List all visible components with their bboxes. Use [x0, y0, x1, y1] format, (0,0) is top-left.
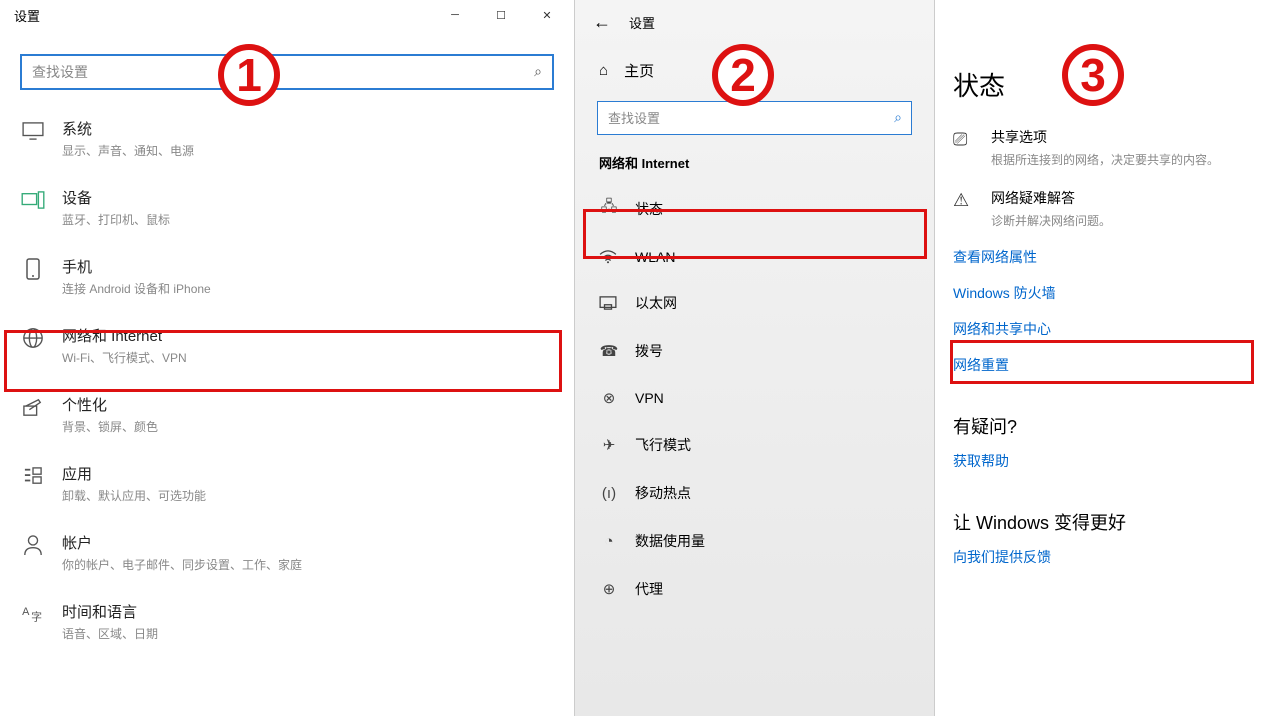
- data-icon: ◔: [599, 533, 619, 550]
- warning-icon: ⚠: [953, 190, 977, 229]
- category-title: 个性化: [62, 394, 158, 415]
- apps-icon: [20, 463, 46, 489]
- section-header: 网络和 Internet: [575, 149, 934, 182]
- category-subtitle: 你的帐户、电子邮件、同步设置、工作、家庭: [62, 556, 302, 573]
- category-subtitle: 背景、锁屏、颜色: [62, 418, 158, 435]
- dialup-icon: ☎: [599, 342, 619, 360]
- category-accounts[interactable]: 帐户你的帐户、电子邮件、同步设置、工作、家庭: [0, 518, 574, 587]
- svg-text:A: A: [22, 606, 30, 618]
- category-subtitle: 连接 Android 设备和 iPhone: [62, 280, 211, 297]
- paint-icon: [20, 394, 46, 420]
- category-subtitle: 显示、声音、通知、电源: [62, 142, 194, 159]
- nav-label: VPN: [635, 390, 664, 406]
- search-input[interactable]: [597, 101, 912, 135]
- share-sub: 根据所连接到的网络，决定要共享的内容。: [991, 151, 1219, 168]
- category-title: 应用: [62, 463, 206, 484]
- nav-label: WLAN: [635, 249, 675, 265]
- status-icon: 🖧: [599, 196, 619, 221]
- category-phone[interactable]: 手机连接 Android 设备和 iPhone: [0, 242, 574, 311]
- airplane-icon: ✈: [599, 436, 619, 454]
- category-apps[interactable]: 应用卸载、默认应用、可选功能: [0, 449, 574, 518]
- window-title: 设置: [14, 6, 40, 25]
- close-button[interactable]: ✕: [524, 0, 570, 30]
- back-button[interactable]: ←: [593, 12, 611, 33]
- nav-datausage[interactable]: ◔ 数据使用量: [575, 517, 934, 565]
- vpn-icon: ⊗: [599, 389, 619, 407]
- trouble-title: 网络疑难解答: [991, 188, 1111, 208]
- link-network-sharing-center[interactable]: 网络和共享中心: [935, 311, 1280, 347]
- category-time-language[interactable]: A字 时间和语言语音、区域、日期: [0, 587, 574, 656]
- nav-label: 飞行模式: [635, 435, 691, 455]
- nav-dialup[interactable]: ☎ 拨号: [575, 327, 934, 375]
- link-get-help[interactable]: 获取帮助: [935, 443, 1280, 479]
- nav-label: 数据使用量: [635, 531, 705, 551]
- step-badge-3: 3: [1062, 44, 1124, 106]
- home-icon: ⌂: [599, 62, 608, 79]
- share-options-row[interactable]: ⎚ 共享选项根据所连接到的网络，决定要共享的内容。: [935, 117, 1280, 178]
- search-icon: ⌕: [534, 63, 542, 80]
- nav-label: 拨号: [635, 341, 663, 361]
- language-icon: A字: [20, 601, 46, 627]
- question-heading: 有疑问?: [935, 383, 1280, 443]
- nav-airplane[interactable]: ✈ 飞行模式: [575, 421, 934, 469]
- category-network[interactable]: 网络和 Internet Wi-Fi、飞行模式、VPN: [0, 311, 574, 380]
- maximize-button[interactable]: ☐: [478, 0, 524, 30]
- category-subtitle: 蓝牙、打印机、鼠标: [62, 211, 170, 228]
- category-title: 手机: [62, 256, 211, 277]
- nav-ethernet[interactable]: 以太网: [575, 279, 934, 327]
- share-icon: ⎚: [953, 129, 977, 168]
- monitor-icon: [20, 118, 46, 144]
- step-badge-1: 1: [218, 44, 280, 106]
- step-badge-2: 2: [712, 44, 774, 106]
- home-label: 主页: [624, 60, 654, 81]
- nav-status[interactable]: 🖧 状态: [575, 182, 934, 235]
- category-title: 时间和语言: [62, 601, 158, 622]
- search-input[interactable]: [20, 54, 554, 90]
- search-icon: ⌕: [894, 109, 902, 126]
- person-icon: [20, 532, 46, 558]
- nav-label: 移动热点: [635, 483, 691, 503]
- nav-wlan[interactable]: WLAN: [575, 235, 934, 279]
- link-firewall[interactable]: Windows 防火墙: [935, 275, 1280, 311]
- devices-icon: [20, 187, 46, 213]
- nav-hotspot[interactable]: (ı) 移动热点: [575, 469, 934, 517]
- nav-label: 代理: [635, 579, 663, 599]
- link-network-properties[interactable]: 查看网络属性: [935, 239, 1280, 275]
- nav-proxy[interactable]: ⊕ 代理: [575, 565, 934, 613]
- category-system[interactable]: 系统显示、声音、通知、电源: [0, 104, 574, 173]
- phone-icon: [20, 256, 46, 282]
- minimize-button[interactable]: ─: [432, 0, 478, 30]
- link-network-reset[interactable]: 网络重置: [935, 347, 1280, 383]
- category-title: 系统: [62, 118, 194, 139]
- wifi-icon: [599, 250, 619, 264]
- category-subtitle: Wi-Fi、飞行模式、VPN: [62, 349, 187, 366]
- category-subtitle: 卸载、默认应用、可选功能: [62, 487, 206, 504]
- settings-categories: 系统显示、声音、通知、电源 设备蓝牙、打印机、鼠标 手机连接 Android 设…: [0, 96, 574, 656]
- share-title: 共享选项: [991, 127, 1219, 147]
- category-subtitle: 语音、区域、日期: [62, 625, 158, 642]
- category-title: 网络和 Internet: [62, 325, 187, 346]
- nav-label: 以太网: [635, 293, 677, 313]
- category-title: 帐户: [62, 532, 302, 553]
- trouble-sub: 诊断并解决网络问题。: [991, 212, 1111, 229]
- feedback-heading: 让 Windows 变得更好: [935, 479, 1280, 539]
- svg-text:字: 字: [31, 609, 42, 623]
- nav-label: 状态: [635, 199, 663, 219]
- category-devices[interactable]: 设备蓝牙、打印机、鼠标: [0, 173, 574, 242]
- globe-icon: [20, 325, 46, 351]
- category-title: 设备: [62, 187, 170, 208]
- titlebar: 设置 ─ ☐ ✕: [0, 0, 574, 30]
- proxy-icon: ⊕: [599, 580, 619, 598]
- link-give-feedback[interactable]: 向我们提供反馈: [935, 539, 1280, 575]
- troubleshoot-row[interactable]: ⚠ 网络疑难解答诊断并解决网络问题。: [935, 178, 1280, 239]
- ethernet-icon: [599, 296, 619, 310]
- category-personalization[interactable]: 个性化背景、锁屏、颜色: [0, 380, 574, 449]
- nav-vpn[interactable]: ⊗ VPN: [575, 375, 934, 421]
- hotspot-icon: (ı): [599, 485, 619, 502]
- back-label: 设置: [629, 13, 655, 32]
